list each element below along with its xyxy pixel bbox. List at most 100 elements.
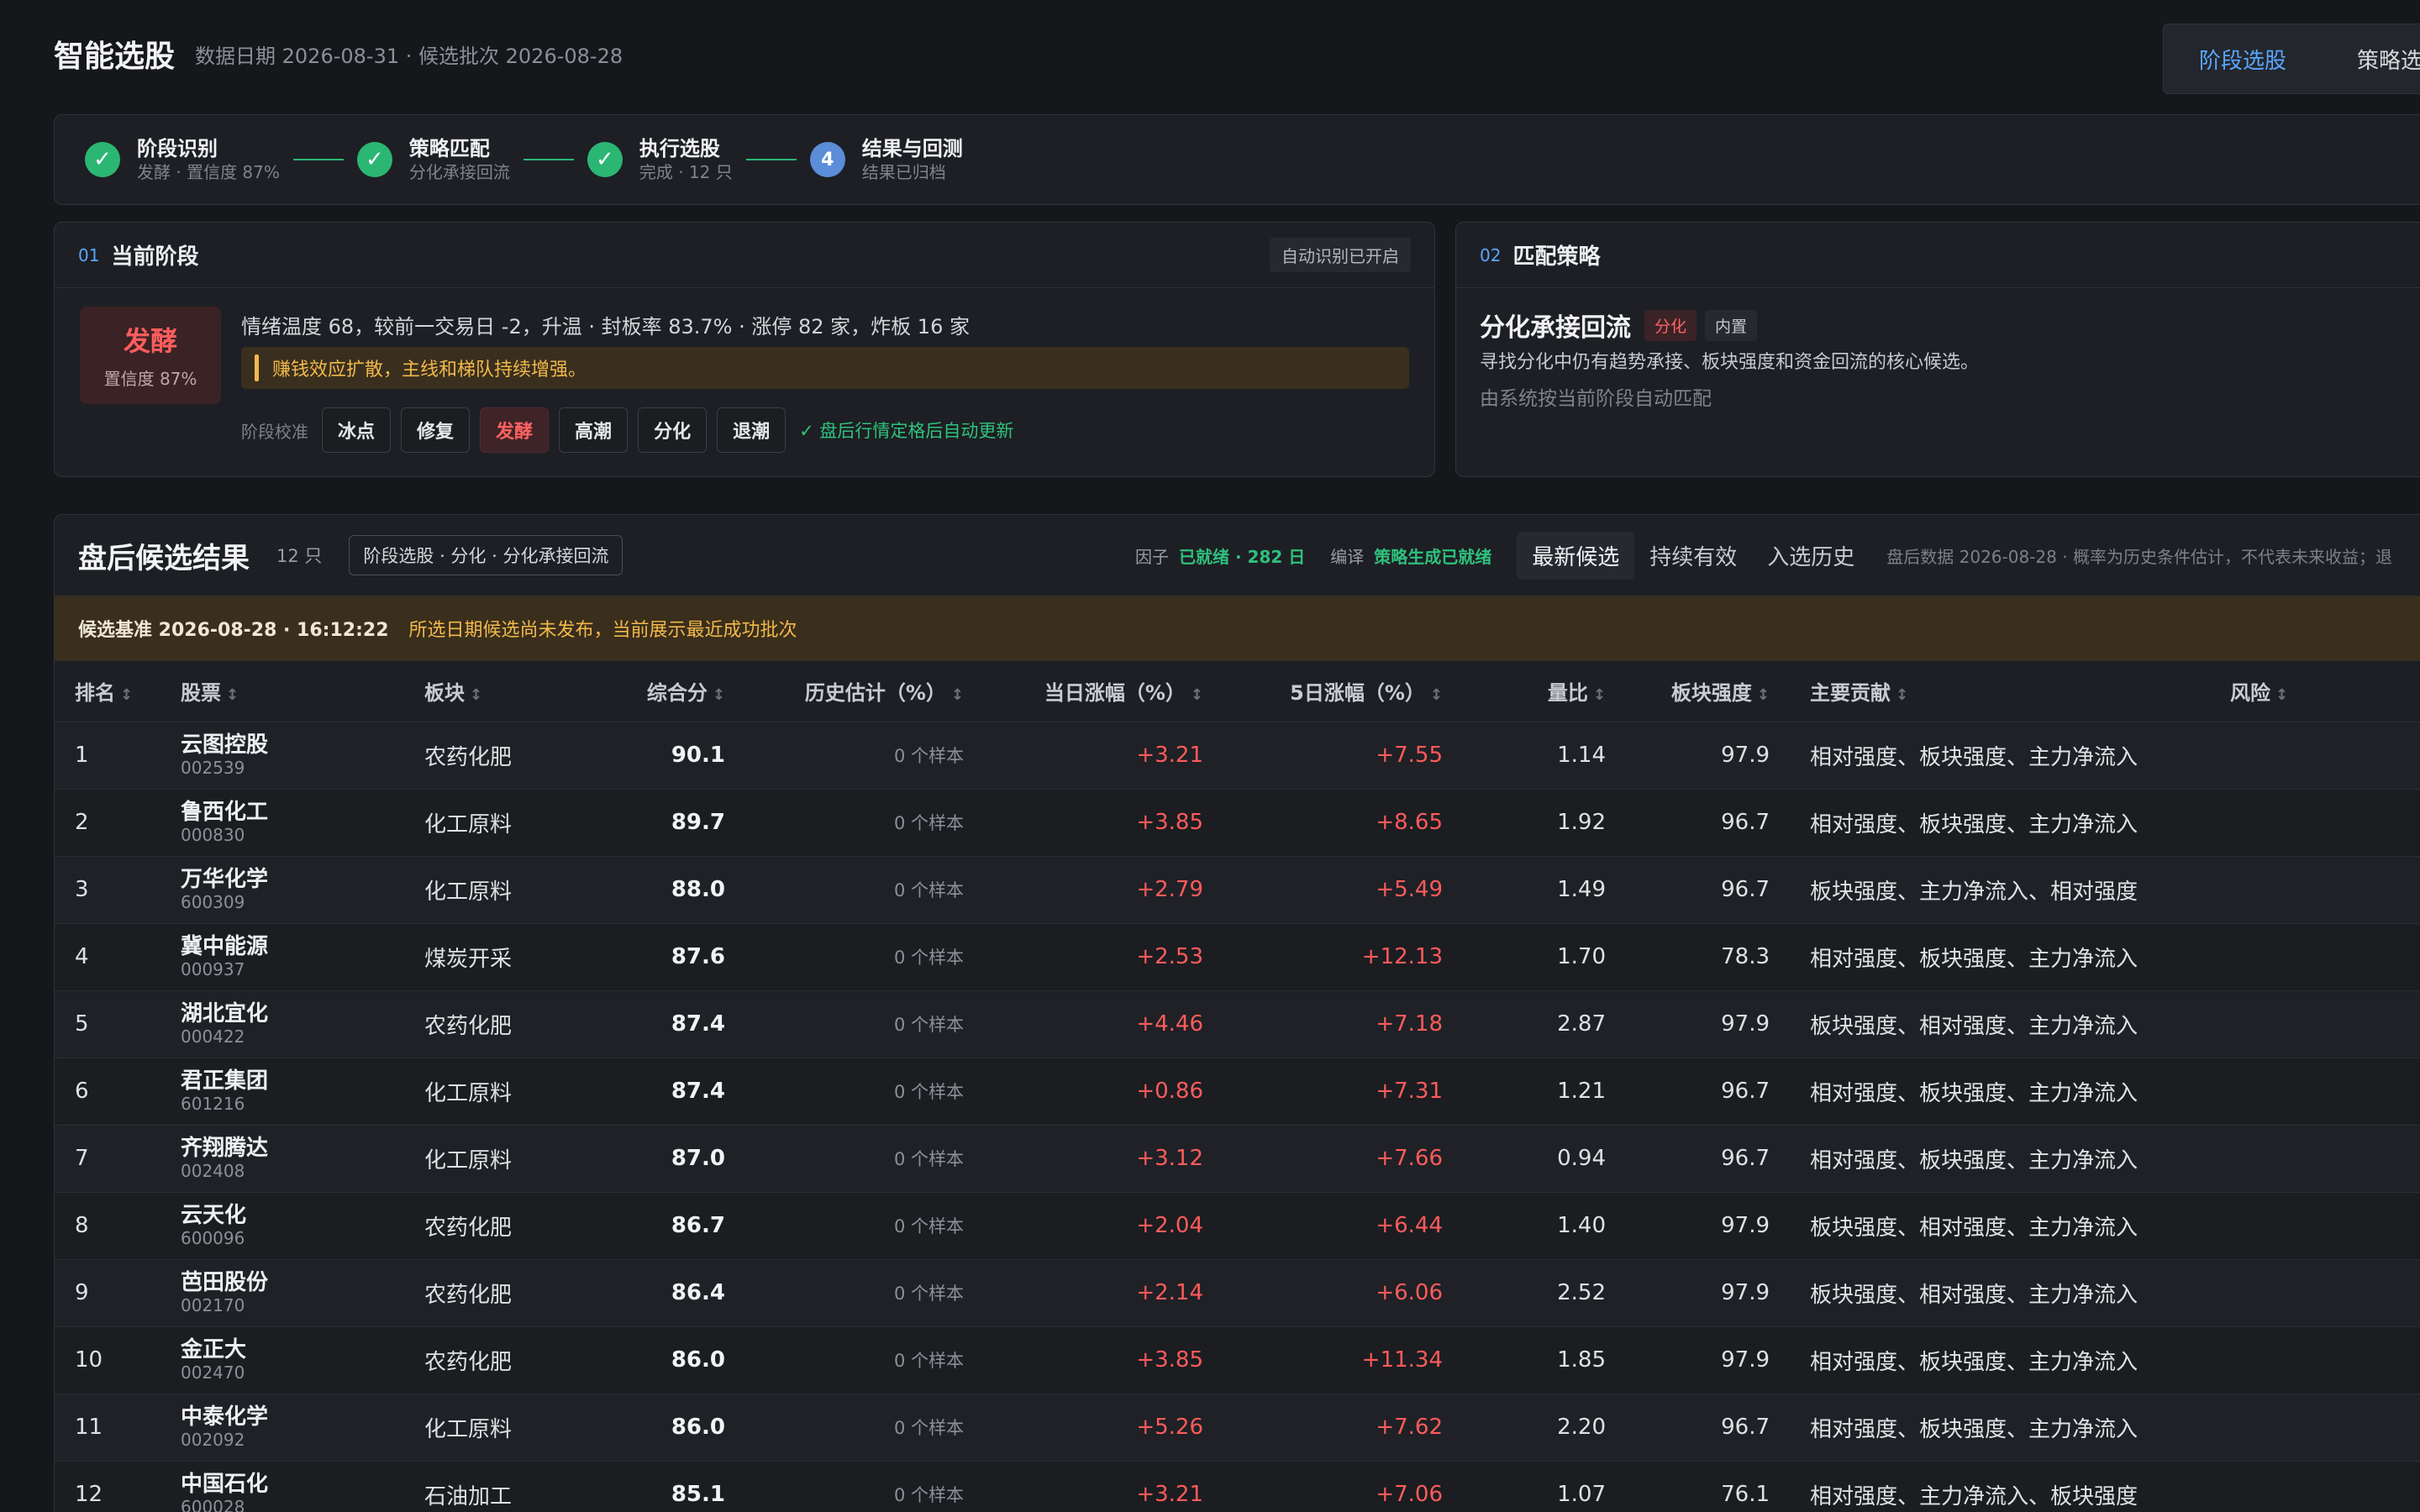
table-row[interactable]: 2 鲁西化工 000830 化工原料 89.7 0 个样本 +3.85 +8.65 1.92 96… xyxy=(55,789,2420,857)
table-row[interactable]: 9 芭田股份 002170 农药化肥 86.4 0 个样本 +2.14 +6.06 2.52 97… xyxy=(55,1259,2420,1327)
column-header-contribution[interactable]: 主要贡献 ↕ xyxy=(1790,661,2210,722)
sort-icon: ↕ xyxy=(2275,686,2289,705)
cell-score: 87.4 xyxy=(604,990,745,1058)
auto-recognition-chip[interactable]: 自动识别已开启 xyxy=(1270,238,1411,272)
cell-sector-strength: 97.9 xyxy=(1626,1259,1790,1327)
cell-5day-change: +8.65 xyxy=(1223,789,1463,857)
step-results-backtest[interactable]: 4 结果与回测 结果已归档 xyxy=(809,136,963,183)
column-header-sector-strength[interactable]: 板块强度 ↕ xyxy=(1626,661,1790,722)
stock-name[interactable]: 鲁西化工 xyxy=(181,800,384,825)
step-title: 执行选股 xyxy=(639,137,720,160)
cell-sector-strength: 96.7 xyxy=(1626,856,1790,924)
column-header-score[interactable]: 综合分 ↕ xyxy=(604,661,745,722)
column-header-sector[interactable]: 板块 ↕ xyxy=(404,661,604,722)
stock-code: 600309 xyxy=(181,892,245,912)
cell-stock[interactable]: 君正集团 601216 xyxy=(160,1058,404,1126)
table-row[interactable]: 10 金正大 002470 农药化肥 86.0 0 个样本 +3.85 +11.34 1.85 9… xyxy=(55,1326,2420,1394)
cell-stock[interactable]: 万华化学 600309 xyxy=(160,856,404,924)
table-row[interactable]: 1 云图控股 002539 农药化肥 90.1 0 个样本 +3.21 +7.55 1.14 97… xyxy=(55,722,2420,790)
stock-name[interactable]: 中国石化 xyxy=(181,1472,384,1497)
column-header-risk[interactable]: 风险 ↕ xyxy=(2210,661,2420,722)
cell-5day-change: +7.06 xyxy=(1223,1461,1463,1512)
stock-name[interactable]: 金正大 xyxy=(181,1337,384,1362)
cell-historical-estimate: 0 个样本 xyxy=(745,990,984,1058)
calib-button-divergence[interactable]: 分化 xyxy=(638,407,708,453)
stock-name[interactable]: 云图控股 xyxy=(181,732,384,758)
cell-stock[interactable]: 云图控股 002539 xyxy=(160,722,404,790)
table-row[interactable]: 12 中国石化 600028 石油加工 85.1 0 个样本 +3.21 +7.06 1.07 7… xyxy=(55,1461,2420,1512)
cell-stock[interactable]: 中泰化学 002092 xyxy=(160,1394,404,1462)
stage-description: 情绪温度 68，较前一交易日 -2，升温 · 封板率 83.7% · 涨停 82… xyxy=(241,315,970,339)
cell-sector: 化工原料 xyxy=(404,856,604,924)
column-header-day-change[interactable]: 当日涨幅（%） ↕ xyxy=(984,661,1223,722)
current-stage-panel: 01 当前阶段 自动识别已开启 发酵 置信度 87% 情绪温度 68，较前一交易… xyxy=(54,222,1435,477)
column-header-historical-estimate[interactable]: 历史估计（%） ↕ xyxy=(745,661,984,722)
step-subtitle: 分化承接回流 xyxy=(408,162,510,182)
cell-stock[interactable]: 鲁西化工 000830 xyxy=(160,789,404,857)
table-row[interactable]: 5 湖北宜化 000422 农药化肥 87.4 0 个样本 +4.46 +7.18 2.87 97… xyxy=(55,990,2420,1058)
cell-stock[interactable]: 冀中能源 000937 xyxy=(160,923,404,991)
cell-stock[interactable]: 齐翔腾达 002408 xyxy=(160,1125,404,1193)
stock-name[interactable]: 云天化 xyxy=(181,1203,384,1228)
table-row[interactable]: 6 君正集团 601216 化工原料 87.4 0 个样本 +0.86 +7.31 1.21 96… xyxy=(55,1058,2420,1126)
column-header-stock[interactable]: 股票 ↕ xyxy=(160,661,404,722)
cell-5day-change: +7.66 xyxy=(1223,1125,1463,1193)
column-header-rank[interactable]: 排名 ↕ xyxy=(55,661,160,722)
table-row[interactable]: 4 冀中能源 000937 煤炭开采 87.6 0 个样本 +2.53 +12.13 1.70 7… xyxy=(55,923,2420,991)
cell-risk xyxy=(2210,1394,2420,1462)
stock-name[interactable]: 齐翔腾达 xyxy=(181,1136,384,1161)
stock-name[interactable]: 万华化学 xyxy=(181,867,384,892)
stock-name[interactable]: 中泰化学 xyxy=(181,1404,384,1430)
cell-rank: 6 xyxy=(55,1058,160,1126)
cell-volume-ratio: 1.92 xyxy=(1463,789,1626,857)
tab-selection-history[interactable]: 入选历史 xyxy=(1752,532,1870,580)
cell-rank: 12 xyxy=(55,1461,160,1512)
stock-name[interactable]: 君正集团 xyxy=(181,1068,384,1094)
cell-score: 89.7 xyxy=(604,789,745,857)
step-strategy-match[interactable]: ✓ 策略匹配 分化承接回流 xyxy=(356,136,510,183)
step-subtitle: 完成 · 12 只 xyxy=(639,162,733,182)
cell-stock[interactable]: 云天化 600096 xyxy=(160,1192,404,1260)
tab-strategy-selection[interactable]: 策略选股 xyxy=(2322,44,2420,75)
column-header-volume-ratio[interactable]: 量比 ↕ xyxy=(1463,661,1626,722)
stock-name[interactable]: 湖北宜化 xyxy=(181,1001,384,1026)
sort-icon: ↕ xyxy=(1756,686,1770,705)
sort-icon: ↕ xyxy=(1429,686,1443,705)
table-header-row: 排名 ↕ 股票 ↕ 板块 ↕ 综合分 ↕ 历史估计（%） ↕ 当日涨幅（%） ↕ 5日涨幅（… xyxy=(55,661,2420,722)
tab-latest-candidates[interactable]: 最新候选 xyxy=(1517,531,1635,580)
calib-button-repair[interactable]: 修复 xyxy=(401,407,471,453)
stock-code: 000937 xyxy=(181,959,245,979)
cell-rank: 11 xyxy=(55,1394,160,1462)
sort-icon: ↕ xyxy=(950,686,964,705)
cell-stock[interactable]: 中国石化 600028 xyxy=(160,1461,404,1512)
cell-sector-strength: 97.9 xyxy=(1626,990,1790,1058)
calib-button-climax[interactable]: 高潮 xyxy=(559,407,629,453)
step-stage-recognition[interactable]: ✓ 阶段识别 发酵 · 置信度 87% xyxy=(85,136,280,183)
stock-code: 002408 xyxy=(181,1161,245,1181)
cell-score: 86.0 xyxy=(604,1326,745,1394)
calib-button-freezing[interactable]: 冰点 xyxy=(322,407,392,453)
panel-number: 01 xyxy=(78,244,100,265)
sort-icon: ↕ xyxy=(470,686,483,705)
table-row[interactable]: 11 中泰化学 002092 化工原料 86.0 0 个样本 +5.26 +7.62 2.20 9… xyxy=(55,1394,2420,1462)
calib-button-ebb[interactable]: 退潮 xyxy=(717,407,786,453)
tab-stage-selection[interactable]: 阶段选股 xyxy=(2164,44,2322,75)
cell-risk xyxy=(2210,1461,2420,1512)
table-row[interactable]: 3 万华化学 600309 化工原料 88.0 0 个样本 +2.79 +5.49 1.49 96… xyxy=(55,856,2420,924)
table-row[interactable]: 8 云天化 600096 农药化肥 86.7 0 个样本 +2.04 +6.44 1.40 97.… xyxy=(55,1192,2420,1260)
cell-rank: 5 xyxy=(55,990,160,1058)
table-row[interactable]: 7 齐翔腾达 002408 化工原料 87.0 0 个样本 +3.12 +7.66 0.94 96… xyxy=(55,1125,2420,1193)
cell-risk xyxy=(2210,1326,2420,1394)
step-execute-selection[interactable]: ✓ 执行选股 完成 · 12 只 xyxy=(587,136,733,183)
sort-icon: ↕ xyxy=(1190,686,1203,705)
cell-stock[interactable]: 湖北宜化 000422 xyxy=(160,990,404,1058)
stock-name[interactable]: 芭田股份 xyxy=(181,1270,384,1295)
tab-still-valid[interactable]: 持续有效 xyxy=(1634,532,1752,580)
stock-name[interactable]: 冀中能源 xyxy=(181,934,384,959)
cell-stock[interactable]: 金正大 002470 xyxy=(160,1326,404,1394)
cell-sector-strength: 78.3 xyxy=(1626,923,1790,991)
cell-stock[interactable]: 芭田股份 002170 xyxy=(160,1259,404,1327)
column-header-5day-change[interactable]: 5日涨幅（%） ↕ xyxy=(1223,661,1463,722)
calib-button-ferment[interactable]: 发酵 xyxy=(480,407,550,453)
stock-code: 002539 xyxy=(181,758,245,778)
